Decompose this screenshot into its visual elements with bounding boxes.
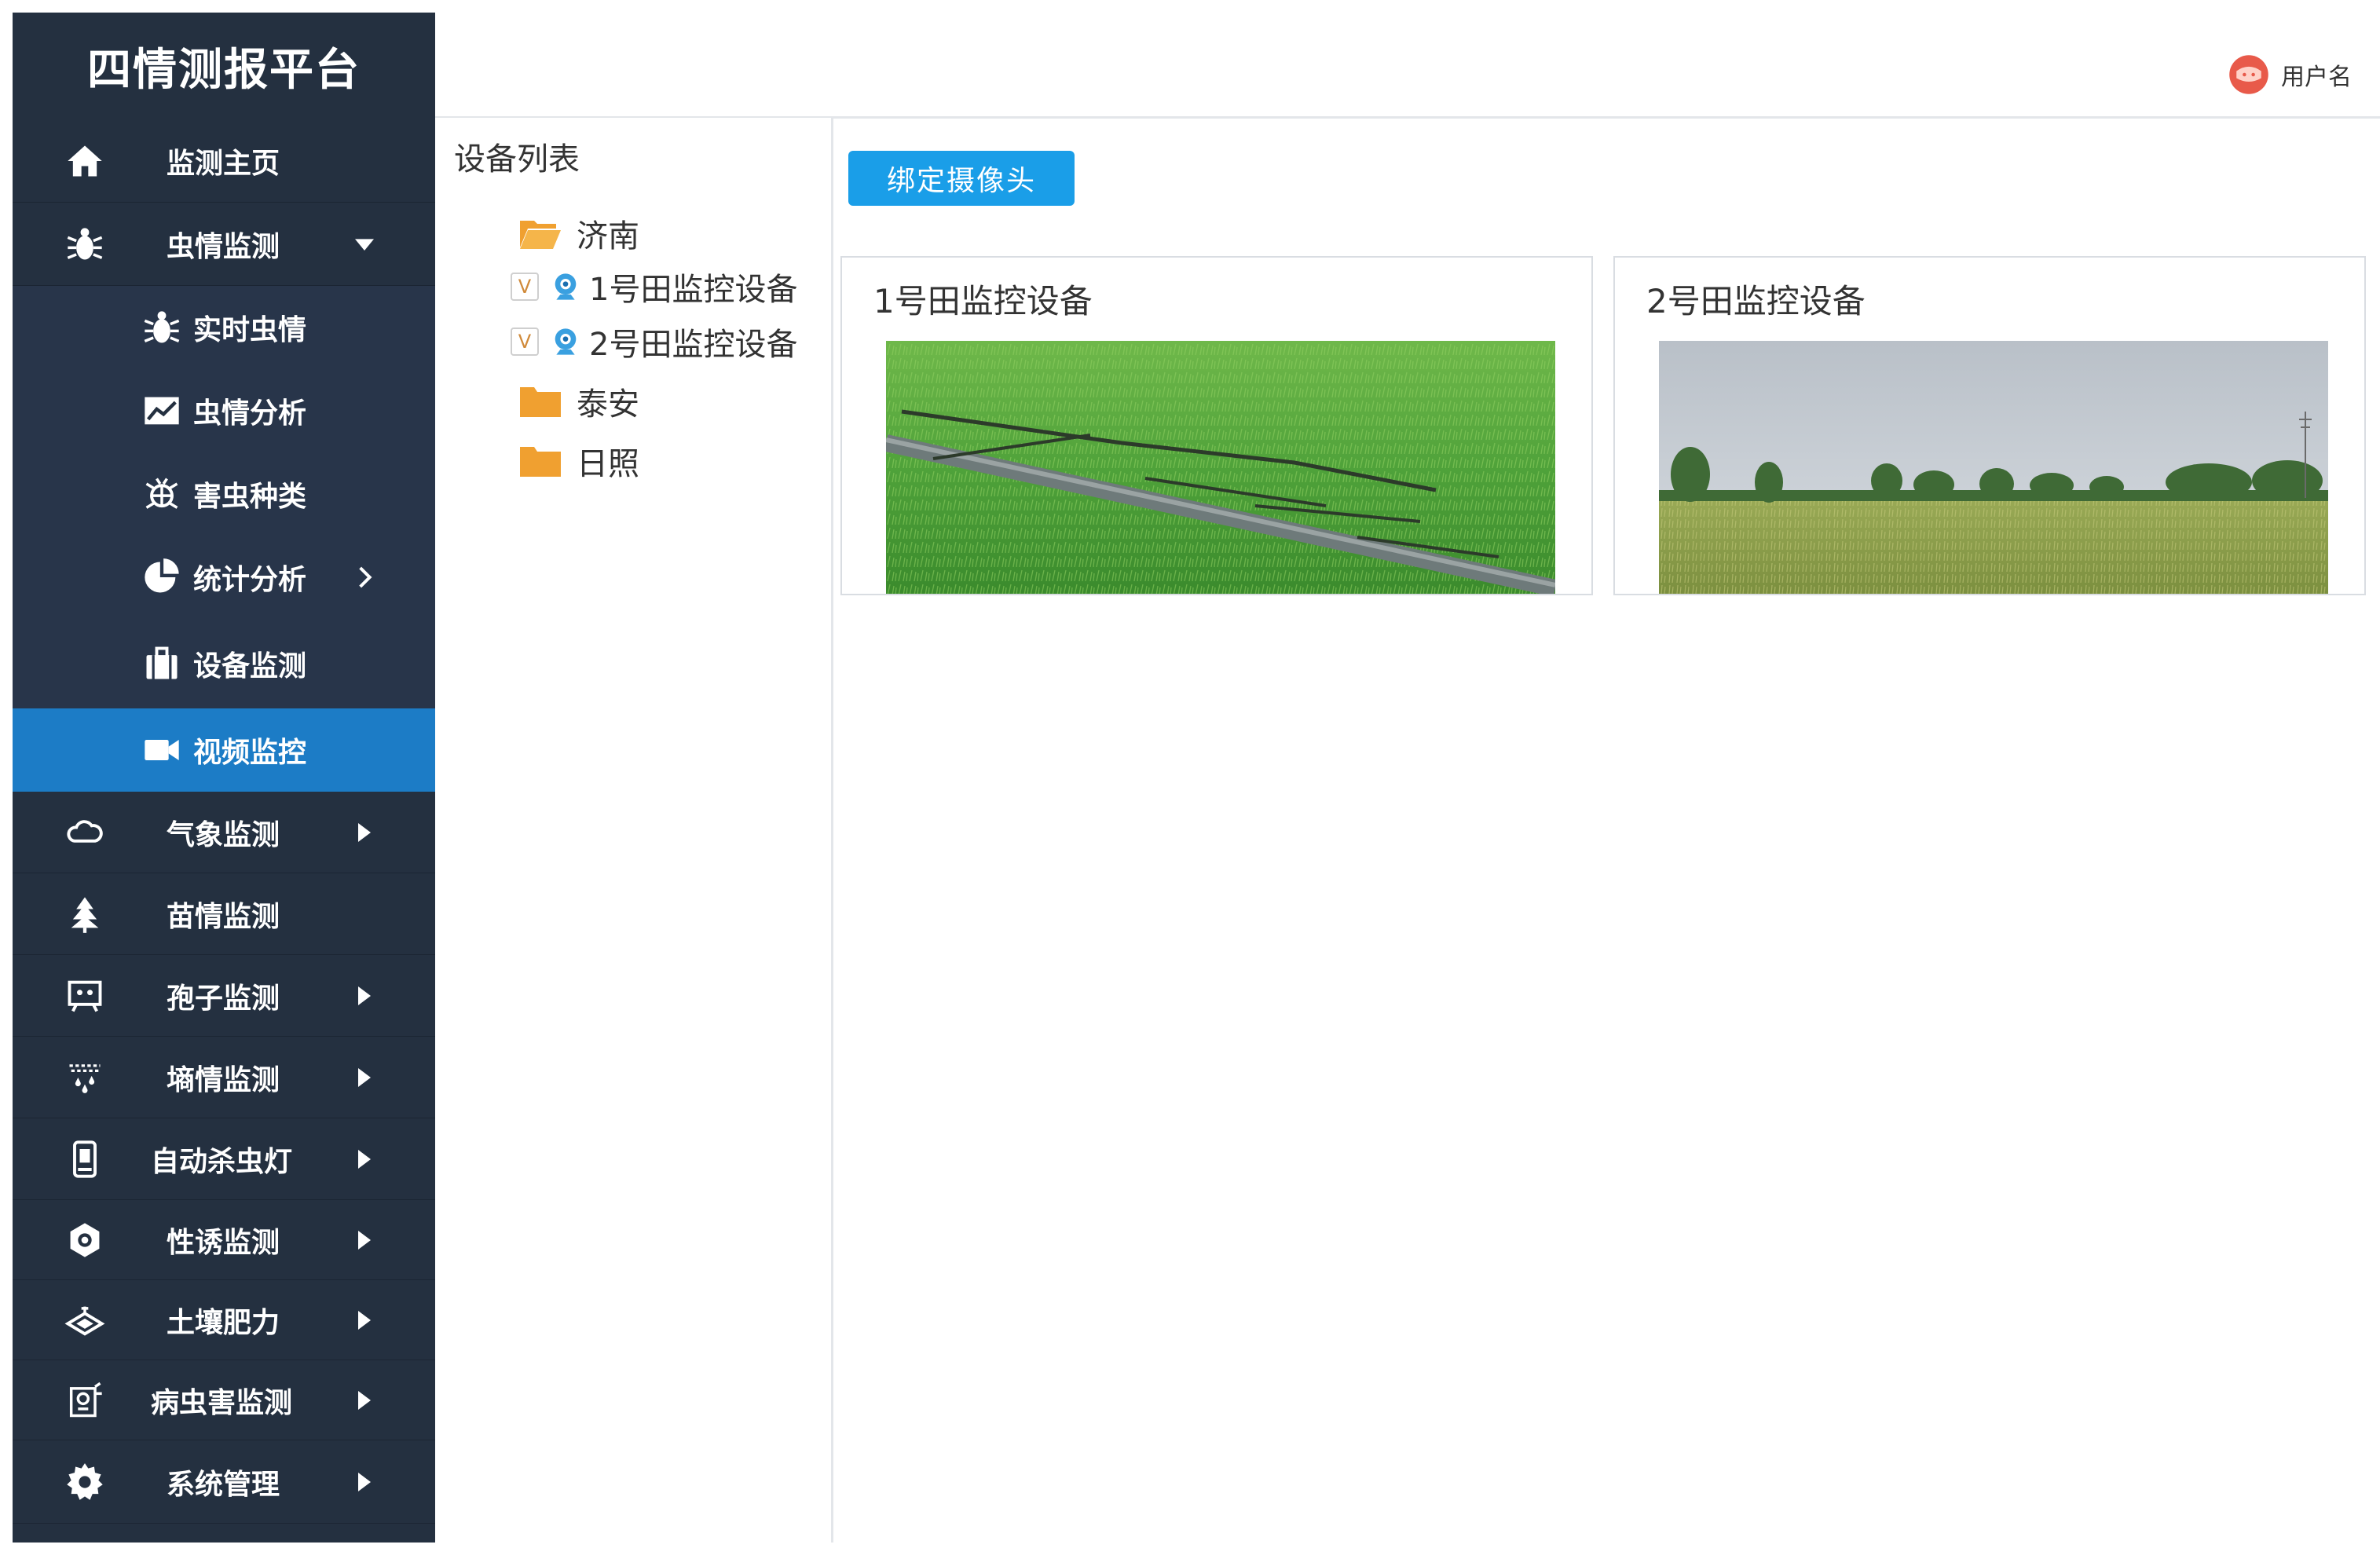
sidebar-item-label: 土壤肥力 <box>167 1306 280 1339</box>
folder-icon <box>520 447 561 477</box>
sidebar-item-label: 虫情监测 <box>167 230 280 263</box>
sidebar-item-label: 性诱监测 <box>167 1226 280 1259</box>
sidebar-item-label: 孢子监测 <box>167 982 280 1015</box>
sidebar: 四情测报平台 监测主页 虫情监测 实时虫情 虫情分析 害虫种类 统计分析 设备监… <box>13 13 435 1543</box>
app-title: 四情测报平台 <box>87 44 361 96</box>
home-icon <box>61 137 108 185</box>
tree-node-camera-2[interactable]: V 2号田监控设备 <box>511 319 797 364</box>
disease-icon <box>61 1377 108 1424</box>
gear-icon <box>61 1458 108 1506</box>
sidebar-item-pest-monitor[interactable]: 虫情监测 <box>13 203 435 286</box>
tree-node-label: 济南 <box>577 218 639 254</box>
sidebar-item-label: 监测主页 <box>167 147 280 180</box>
sidebar-item-label: 病虫害监测 <box>151 1386 293 1419</box>
bind-camera-button[interactable]: 绑定摄像头 <box>848 151 1075 206</box>
sidebar-item-label: 实时虫情 <box>193 314 307 346</box>
device-list-title: 设备列表 <box>454 141 580 177</box>
video-icon <box>138 726 185 774</box>
sidebar-item-soil-moisture[interactable]: 墒情监测 <box>13 1037 435 1118</box>
sidebar-subitem-realtime-pest[interactable]: 实时虫情 <box>13 286 435 369</box>
cloud-icon <box>61 809 108 856</box>
chevron-right-icon <box>350 1063 379 1092</box>
top-bar: 用户名 <box>435 13 2380 119</box>
chevron-right-icon <box>350 1468 379 1496</box>
user-name: 用户名 <box>2281 64 2352 91</box>
sidebar-item-label: 墒情监测 <box>167 1063 280 1096</box>
user-menu[interactable]: 用户名 <box>2228 53 2352 96</box>
sidebar-item-label: 苗情监测 <box>167 900 280 933</box>
chevron-right-icon <box>350 818 379 847</box>
sidebar-item-label: 设备监测 <box>193 650 307 683</box>
device-list-panel: 设备列表 济南 V 1号田监控设备 V 2号田监控设备 泰安 日照 <box>435 118 833 1543</box>
sidebar-item-weather[interactable]: 气象监测 <box>13 792 435 873</box>
spore-icon <box>61 972 108 1019</box>
sidebar-item-system[interactable]: 系统管理 <box>13 1440 435 1524</box>
chevron-down-icon <box>350 230 379 258</box>
sidebar-subitem-video-monitor[interactable]: 视频监控 <box>13 708 435 792</box>
video-feed-2[interactable] <box>1659 341 2328 595</box>
chevron-right-icon <box>350 1386 379 1414</box>
pest-icon <box>138 470 185 518</box>
tree-node-label: 日照 <box>577 446 639 482</box>
sidebar-item-disease[interactable]: 病虫害监测 <box>13 1360 435 1440</box>
lamp-icon <box>61 1136 108 1183</box>
sidebar-item-lure[interactable]: 性诱监测 <box>13 1200 435 1280</box>
device-icon <box>138 640 185 687</box>
tree-node-label: 1号田监控设备 <box>589 272 798 308</box>
sidebar-item-seedling[interactable]: 苗情监测 <box>13 873 435 955</box>
bug-icon <box>138 304 185 351</box>
video-feed-1[interactable] <box>886 341 1555 595</box>
moisture-icon <box>61 1054 108 1101</box>
chevron-right-icon <box>350 982 379 1010</box>
sidebar-item-label: 自动杀虫灯 <box>151 1145 293 1178</box>
sidebar-subitem-pest-analysis[interactable]: 虫情分析 <box>13 369 435 452</box>
tree-node-taian[interactable]: 泰安 <box>518 379 639 424</box>
tree-checkbox[interactable]: V <box>511 273 539 301</box>
camera-icon <box>555 328 577 355</box>
sidebar-subitem-pest-types[interactable]: 害虫种类 <box>13 452 435 536</box>
sidebar-item-home[interactable]: 监测主页 <box>13 119 435 203</box>
pie-icon <box>138 554 185 601</box>
video-card-1[interactable]: 1号田监控设备 <box>840 256 1593 595</box>
main-content: 绑定摄像头 1号田监控设备 2号田监控设备 <box>833 118 2380 1543</box>
folder-icon <box>520 387 561 417</box>
chevron-right-icon <box>350 1306 379 1334</box>
video-card-title: 1号田监控设备 <box>873 282 1093 320</box>
sidebar-item-label: 气象监测 <box>167 818 280 851</box>
chevron-right-icon <box>350 1145 379 1173</box>
chevron-right-icon <box>350 1226 379 1254</box>
sidebar-item-soil-fertility[interactable]: 土壤肥力 <box>13 1280 435 1360</box>
sidebar-item-label: 视频监控 <box>193 737 307 769</box>
tree-checkbox[interactable]: V <box>511 328 539 356</box>
sidebar-item-label: 害虫种类 <box>193 481 307 513</box>
avatar <box>2229 55 2268 94</box>
tree-node-label: 泰安 <box>577 386 639 423</box>
video-card-2[interactable]: 2号田监控设备 <box>1613 256 2366 595</box>
sidebar-subitem-device-monitor[interactable]: 设备监测 <box>13 619 435 708</box>
sidebar-item-label: 系统管理 <box>167 1468 280 1501</box>
camera-icon <box>555 273 577 300</box>
chart-icon <box>138 387 185 434</box>
tree-node-label: 2号田监控设备 <box>589 327 798 363</box>
tree-node-camera-1[interactable]: V 1号田监控设备 <box>511 264 797 309</box>
tree-node-jinan[interactable]: 济南 <box>518 210 639 256</box>
sidebar-subitem-statistics[interactable]: 统计分析 <box>13 536 435 619</box>
sidebar-item-spore[interactable]: 孢子监测 <box>13 955 435 1037</box>
chevron-right-icon <box>350 563 379 591</box>
sidebar-item-bug-lamp[interactable]: 自动杀虫灯 <box>13 1118 435 1200</box>
tree-icon <box>61 891 108 938</box>
sidebar-item-label: 统计分析 <box>193 564 307 596</box>
soil-icon <box>61 1297 108 1344</box>
lure-icon <box>61 1217 108 1264</box>
folder-open-icon <box>520 221 561 249</box>
bug-icon <box>61 221 108 268</box>
video-card-title: 2号田监控设备 <box>1646 282 1866 320</box>
sidebar-item-label: 虫情分析 <box>193 397 307 430</box>
tree-node-rizhao[interactable]: 日照 <box>518 438 639 484</box>
